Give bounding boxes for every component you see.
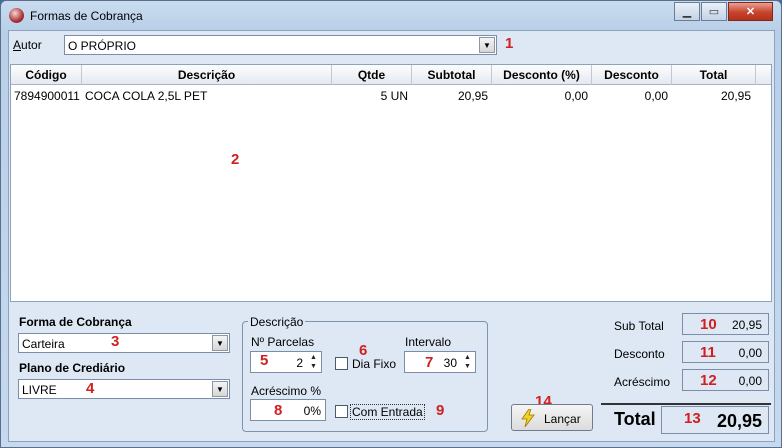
desconto-field: 0,00 bbox=[682, 341, 769, 363]
col-desconto-pct[interactable]: Desconto (%) bbox=[492, 65, 592, 85]
acrescimo-pct-value: 0% bbox=[303, 404, 321, 418]
items-grid[interactable]: Código Descrição Qtde Subtotal Desconto … bbox=[10, 64, 772, 302]
marker-3: 3 bbox=[111, 333, 120, 350]
cell-desconto-pct: 0,00 bbox=[564, 89, 588, 103]
col-subtotal[interactable]: Subtotal bbox=[412, 65, 492, 85]
table-row[interactable]: 7894900011 COCA COLA 2,5L PET 5 UN 20,95… bbox=[11, 86, 771, 106]
acrescimo-pct-label: Acréscimo % bbox=[251, 384, 322, 398]
marker-7: 7 bbox=[425, 354, 434, 371]
cell-qtde: 5 UN bbox=[380, 89, 408, 103]
forma-cobranca-label: Forma de Cobrança bbox=[19, 315, 132, 329]
total-label: Total bbox=[614, 409, 656, 429]
forma-cobranca-select[interactable]: Carteira ▼ bbox=[18, 333, 230, 353]
desconto-label: Desconto bbox=[614, 347, 665, 361]
col-descricao[interactable]: Descrição bbox=[82, 65, 332, 85]
spin-arrows-icon[interactable]: ▲ ▼ bbox=[307, 353, 320, 371]
descricao-legend: Descrição bbox=[248, 315, 306, 329]
cell-desconto: 0,00 bbox=[644, 89, 668, 103]
acrescimo-field: 0,00 bbox=[682, 369, 769, 391]
desconto-value: 0,00 bbox=[738, 346, 762, 360]
intervalo-value: 30 bbox=[443, 356, 457, 370]
lightning-icon bbox=[521, 409, 535, 427]
maximize-button[interactable]: ▭ bbox=[701, 2, 727, 21]
col-qtde[interactable]: Qtde bbox=[332, 65, 412, 85]
marker-9: 9 bbox=[436, 402, 445, 419]
autor-select[interactable]: O PRÓPRIO ▼ bbox=[64, 35, 497, 55]
lancar-label: Lançar bbox=[544, 412, 581, 426]
acrescimo-value: 0,00 bbox=[738, 374, 762, 388]
cell-total: 20,95 bbox=[720, 89, 751, 103]
maximize-icon: ▭ bbox=[708, 6, 720, 18]
title-bar[interactable]: Formas de Cobrança ▁ ▭ ✕ bbox=[1, 1, 781, 29]
marker-4: 4 bbox=[86, 380, 95, 397]
cell-descricao: COCA COLA 2,5L PET bbox=[85, 89, 208, 103]
subtotal-value: 20,95 bbox=[731, 318, 762, 332]
acrescimo-label: Acréscimo bbox=[614, 375, 671, 389]
marker-10: 10 bbox=[700, 316, 717, 333]
col-total[interactable]: Total bbox=[672, 65, 756, 85]
close-button[interactable]: ✕ bbox=[728, 2, 773, 21]
subtotal-field: 20,95 bbox=[682, 313, 769, 335]
com-entrada-checkbox[interactable] bbox=[335, 405, 348, 418]
acrescimo-pct-field[interactable]: 0% bbox=[250, 399, 326, 421]
marker-12: 12 bbox=[700, 372, 717, 389]
chevron-down-icon[interactable]: ▼ bbox=[212, 381, 228, 397]
cell-subtotal: 20,95 bbox=[457, 89, 488, 103]
window: Formas de Cobrança ▁ ▭ ✕ Autor O PRÓPRIO… bbox=[0, 0, 782, 448]
spin-arrows-icon[interactable]: ▲ ▼ bbox=[461, 353, 474, 371]
marker-13: 13 bbox=[684, 410, 701, 427]
grid-header: Código Descrição Qtde Subtotal Desconto … bbox=[11, 65, 771, 85]
chevron-down-icon[interactable]: ▼ bbox=[212, 335, 228, 351]
marker-8: 8 bbox=[274, 402, 283, 419]
window-title: Formas de Cobrança bbox=[30, 9, 143, 23]
dia-fixo-checkbox[interactable] bbox=[335, 357, 348, 370]
lancar-button[interactable]: Lançar bbox=[511, 404, 593, 431]
col-codigo[interactable]: Código bbox=[11, 65, 82, 85]
cell-codigo: 7894900011 bbox=[14, 89, 80, 103]
forma-cobranca-value: Carteira bbox=[22, 337, 65, 351]
intervalo-label: Intervalo bbox=[405, 335, 452, 349]
total-field: 20,95 bbox=[661, 406, 769, 434]
chevron-down-icon[interactable]: ▼ bbox=[479, 37, 495, 53]
minimize-icon: ▁ bbox=[682, 6, 692, 18]
com-entrada-label[interactable]: Com Entrada bbox=[350, 404, 425, 420]
marker-1: 1 bbox=[505, 35, 514, 52]
close-icon: ✕ bbox=[745, 6, 756, 18]
app-icon bbox=[9, 8, 24, 23]
total-value: 20,95 bbox=[716, 411, 762, 431]
autor-label: Autor bbox=[13, 38, 42, 52]
plano-crediario-label: Plano de Crediário bbox=[19, 361, 126, 375]
parcelas-value: 2 bbox=[296, 356, 303, 370]
marker-2: 2 bbox=[231, 151, 240, 168]
col-desconto[interactable]: Desconto bbox=[592, 65, 672, 85]
marker-11: 11 bbox=[700, 344, 716, 361]
autor-value: O PRÓPRIO bbox=[68, 39, 137, 53]
dia-fixo-label[interactable]: Dia Fixo bbox=[352, 357, 396, 371]
parcelas-label: Nº Parcelas bbox=[251, 335, 315, 349]
plano-crediario-select[interactable]: LIVRE ▼ bbox=[18, 379, 230, 399]
plano-crediario-value: LIVRE bbox=[22, 383, 57, 397]
subtotal-label: Sub Total bbox=[614, 319, 664, 333]
marker-5: 5 bbox=[260, 352, 269, 369]
total-divider bbox=[601, 403, 771, 405]
intervalo-stepper[interactable]: 30 ▲ ▼ bbox=[404, 351, 476, 373]
minimize-button[interactable]: ▁ bbox=[674, 2, 700, 21]
